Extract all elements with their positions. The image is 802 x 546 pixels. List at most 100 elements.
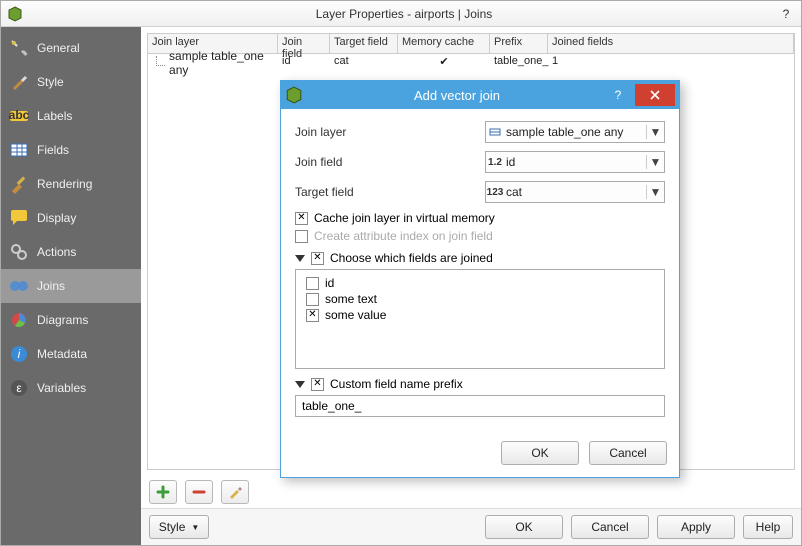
layer-icon	[486, 126, 504, 138]
window-title: Layer Properties - airports | Joins	[31, 7, 777, 21]
modal-ok-button[interactable]: OK	[501, 441, 579, 465]
sidebar-item-label: Fields	[37, 143, 69, 157]
integer-type-icon: 123	[486, 187, 504, 198]
decimal-type-icon: 1.2	[486, 157, 504, 168]
svg-text:i: i	[18, 347, 21, 361]
qgis-icon	[285, 86, 303, 104]
cache-label: Cache join layer in virtual memory	[314, 211, 495, 225]
paintbrush-icon	[9, 72, 29, 92]
sidebar-item-label: Variables	[37, 381, 86, 395]
apply-button[interactable]: Apply	[657, 515, 735, 539]
choose-fields-group: Choose which fields are joined id some t…	[295, 251, 665, 369]
col-prefix[interactable]: Prefix	[490, 34, 548, 53]
join-layer-combo[interactable]: sample table_one any ▼	[485, 121, 665, 143]
info-icon: i	[9, 344, 29, 364]
modal-footer: OK Cancel	[281, 433, 679, 477]
table-row[interactable]: sample table_one any id cat ✔ table_one_…	[148, 54, 794, 72]
epsilon-icon: ε	[9, 378, 29, 398]
sidebar: General Style abc Labels Fields Renderin…	[1, 27, 141, 545]
fields-list[interactable]: id some text some value	[295, 269, 665, 369]
create-index-checkbox[interactable]	[295, 230, 308, 243]
chevron-down-icon: ▼	[646, 125, 664, 139]
brush-icon	[9, 174, 29, 194]
add-join-button[interactable]	[149, 480, 177, 504]
prefix-input[interactable]	[295, 395, 665, 417]
sidebar-item-actions[interactable]: Actions	[1, 235, 141, 269]
modal-title: Add vector join	[309, 88, 605, 103]
modal-cancel-button[interactable]: Cancel	[589, 441, 667, 465]
field-checkbox[interactable]	[306, 309, 319, 322]
sidebar-item-diagrams[interactable]: Diagrams	[1, 303, 141, 337]
sidebar-item-label: Diagrams	[37, 313, 88, 327]
joins-icon	[9, 276, 29, 296]
collapse-triangle-icon[interactable]	[295, 381, 305, 388]
sidebar-item-label: Labels	[37, 109, 72, 123]
field-item[interactable]: some value	[306, 308, 654, 322]
sidebar-item-display[interactable]: Display	[1, 201, 141, 235]
prefix-checkbox[interactable]	[311, 378, 324, 391]
target-field-combo[interactable]: 123 cat ▼	[485, 181, 665, 203]
sidebar-item-label: Rendering	[37, 177, 92, 191]
cell-memory-cache: ✔	[398, 54, 490, 72]
edit-join-button[interactable]	[221, 480, 249, 504]
field-item[interactable]: some text	[306, 292, 654, 306]
cell-join-layer: sample table_one any	[169, 49, 274, 77]
sidebar-item-label: Style	[37, 75, 64, 89]
chevron-down-icon: ▼	[646, 155, 664, 169]
gears-icon	[9, 242, 29, 262]
sidebar-item-general[interactable]: General	[1, 31, 141, 65]
collapse-triangle-icon[interactable]	[295, 255, 305, 262]
field-label: some value	[325, 308, 386, 322]
sidebar-item-metadata[interactable]: i Metadata	[1, 337, 141, 371]
prefix-group: Custom field name prefix	[295, 377, 665, 417]
dialog-footer: Style▼ OK Cancel Apply Help	[141, 508, 801, 545]
ok-button[interactable]: OK	[485, 515, 563, 539]
cancel-button[interactable]: Cancel	[571, 515, 649, 539]
sidebar-item-labels[interactable]: abc Labels	[1, 99, 141, 133]
window-help-button[interactable]: ?	[777, 7, 795, 21]
add-vector-join-dialog: Add vector join ? Join layer sample tabl…	[280, 80, 680, 478]
sidebar-item-label: Joins	[37, 279, 65, 293]
table-icon	[9, 140, 29, 160]
choose-fields-label: Choose which fields are joined	[330, 251, 493, 265]
field-checkbox[interactable]	[306, 277, 319, 290]
help-button[interactable]: Help	[743, 515, 793, 539]
join-field-label: Join field	[295, 155, 485, 169]
chevron-down-icon: ▼	[191, 523, 199, 532]
sidebar-item-label: Actions	[37, 245, 76, 259]
sidebar-item-joins[interactable]: Joins	[1, 269, 141, 303]
join-field-value: id	[504, 155, 646, 169]
join-layer-value: sample table_one any	[504, 125, 646, 139]
join-layer-label: Join layer	[295, 125, 485, 139]
col-join-field[interactable]: Join field	[278, 34, 330, 53]
cell-joined-fields: 1	[548, 54, 794, 72]
field-checkbox[interactable]	[306, 293, 319, 306]
field-item[interactable]: id	[306, 276, 654, 290]
modal-close-button[interactable]	[635, 84, 675, 106]
chevron-down-icon: ▼	[646, 185, 664, 199]
style-menu-button[interactable]: Style▼	[149, 515, 209, 539]
field-label: id	[325, 276, 334, 290]
sidebar-item-variables[interactable]: ε Variables	[1, 371, 141, 405]
target-field-value: cat	[504, 185, 646, 199]
titlebar: Layer Properties - airports | Joins ?	[1, 1, 801, 27]
remove-join-button[interactable]	[185, 480, 213, 504]
sidebar-item-fields[interactable]: Fields	[1, 133, 141, 167]
col-target-field[interactable]: Target field	[330, 34, 398, 53]
sidebar-item-label: General	[37, 41, 80, 55]
join-field-combo[interactable]: 1.2 id ▼	[485, 151, 665, 173]
cache-checkbox[interactable]	[295, 212, 308, 225]
col-memory-cache[interactable]: Memory cache	[398, 34, 490, 53]
col-joined-fields[interactable]: Joined fields	[548, 34, 794, 53]
modal-titlebar: Add vector join ?	[281, 81, 679, 109]
cell-prefix: table_one_	[490, 54, 548, 72]
svg-text:abc: abc	[9, 108, 29, 122]
speech-bubble-icon	[9, 208, 29, 228]
tree-connector-icon	[156, 56, 165, 66]
sidebar-item-rendering[interactable]: Rendering	[1, 167, 141, 201]
sidebar-item-style[interactable]: Style	[1, 65, 141, 99]
modal-help-button[interactable]: ?	[605, 88, 631, 102]
choose-fields-checkbox[interactable]	[311, 252, 324, 265]
sidebar-item-label: Display	[37, 211, 76, 225]
joins-toolbar	[141, 476, 801, 508]
